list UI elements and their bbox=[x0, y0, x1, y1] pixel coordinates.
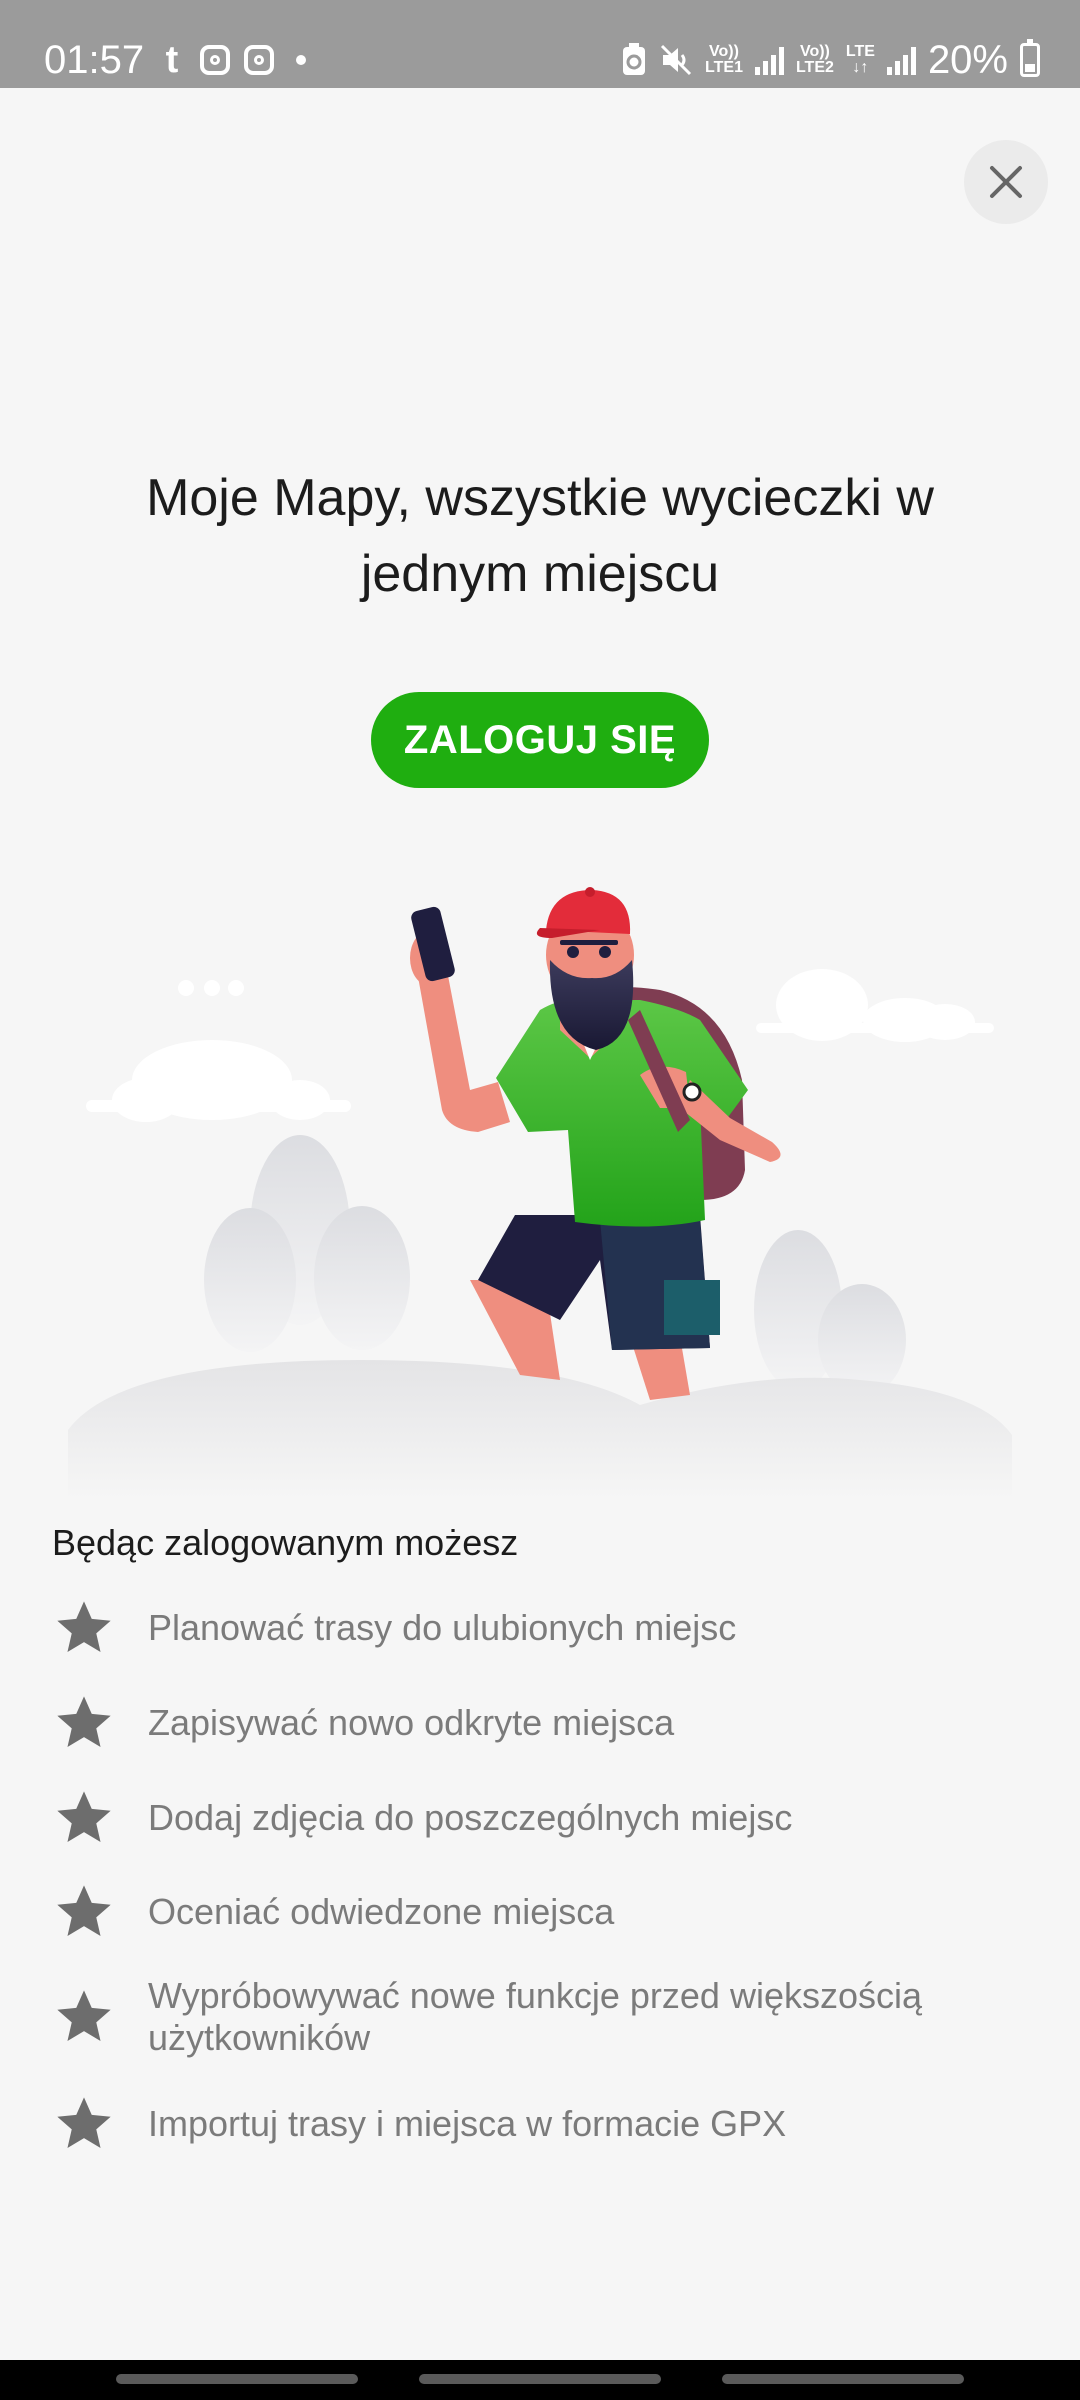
dot-icon bbox=[296, 55, 306, 65]
signal-icon bbox=[886, 45, 916, 75]
star-icon bbox=[57, 1885, 111, 1936]
dots bbox=[178, 980, 244, 996]
sim2-label: Vo)) LTE2 bbox=[795, 43, 834, 76]
benefit-item: Wypróbowywać nowe funkcje przed większoś… bbox=[52, 1975, 1008, 2059]
nav-back-handle[interactable] bbox=[116, 2374, 358, 2384]
status-bar: 01:57 t Vo)) LTE1 Vo)) LTE2 LTE ↓↑ 20% bbox=[0, 0, 1080, 88]
benefit-text: Oceniać odwiedzone miejsca bbox=[148, 1891, 615, 1932]
close-icon bbox=[990, 166, 1022, 198]
star-icon bbox=[57, 1696, 111, 1747]
mute-icon bbox=[660, 44, 692, 76]
signal-icon bbox=[754, 45, 784, 75]
benefit-text: Wypróbowywać nowe funkcje przed większoś… bbox=[148, 1975, 922, 2058]
benefit-text: Planować trasy do ulubionych miejsc bbox=[148, 1607, 737, 1648]
star-icon bbox=[57, 1791, 111, 1842]
star-icon bbox=[57, 1990, 111, 2041]
recycle-icon bbox=[623, 43, 646, 75]
tumblr-icon: t bbox=[165, 39, 179, 81]
notification-icons: t bbox=[158, 40, 306, 80]
instagram-icon bbox=[200, 45, 230, 75]
cloud-right bbox=[756, 969, 994, 1042]
cloud-left bbox=[86, 1040, 351, 1122]
instagram-icon bbox=[244, 45, 274, 75]
benefit-item: Zapisywać nowo odkryte miejsca bbox=[52, 1691, 1008, 1755]
benefit-item: Importuj trasy i miejsca w formacie GPX bbox=[52, 2092, 1008, 2156]
benefit-item: Oceniać odwiedzone miejsca bbox=[52, 1880, 1008, 1944]
system-icons: Vo)) LTE1 Vo)) LTE2 LTE ↓↑ 20% bbox=[621, 36, 1040, 84]
nav-home-handle[interactable] bbox=[419, 2374, 661, 2384]
star-icon bbox=[57, 1601, 111, 1652]
nav-recents-handle[interactable] bbox=[722, 2374, 964, 2384]
status-time: 01:57 bbox=[44, 38, 145, 82]
lte-label: LTE ↓↑ bbox=[845, 43, 875, 76]
benefit-item: Planować trasy do ulubionych miejsc bbox=[52, 1596, 1008, 1660]
benefit-item: Dodaj zdjęcia do poszczególnych miejsc bbox=[52, 1786, 1008, 1850]
benefit-text: Importuj trasy i miejsca w formacie GPX bbox=[148, 2103, 787, 2144]
hiker-illustration bbox=[68, 887, 1012, 1500]
system-nav-bar bbox=[0, 2360, 1080, 2400]
benefit-text: Dodaj zdjęcia do poszczególnych miejsc bbox=[148, 1797, 793, 1838]
close-button[interactable] bbox=[964, 140, 1048, 224]
benefit-text: Zapisywać nowo odkryte miejsca bbox=[148, 1702, 675, 1743]
hiker bbox=[410, 887, 781, 1400]
battery-percent: 20% bbox=[927, 38, 1008, 82]
page-title: Moje Mapy, wszystkie wycieczki w jednym … bbox=[146, 469, 934, 603]
battery-icon bbox=[1020, 39, 1040, 77]
login-button[interactable]: ZALOGUJ SIĘ bbox=[371, 692, 709, 788]
benefits-title: Będąc zalogowanym możesz bbox=[52, 1522, 519, 1563]
sim1-label: Vo)) LTE1 bbox=[705, 43, 743, 76]
star-icon bbox=[57, 2097, 111, 2148]
